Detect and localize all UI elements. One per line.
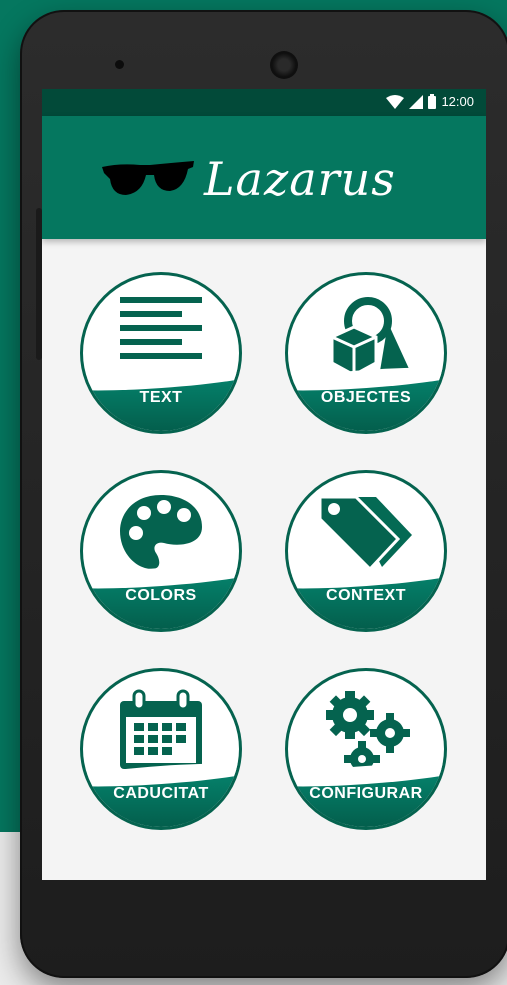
menu-label: OBJECTES [320,389,412,406]
menu-button-context[interactable]: CONTEXT [285,470,447,632]
menu-button-configurar[interactable]: CONFIGURAR [285,668,447,830]
palette-icon [120,495,202,569]
menu-label: CONFIGURAR [309,785,423,802]
wifi-icon [386,94,405,109]
earpiece-speaker [270,51,298,79]
menu-button-caducitat[interactable]: CADUCITAT [80,668,242,830]
battery-icon [428,94,437,109]
app-bar: Lazarus [42,116,486,239]
sunglasses-icon [102,161,194,195]
menu-label: COLORS [125,587,197,604]
menu-button-text[interactable]: TEXT [80,272,242,434]
text-lines-icon [120,297,202,359]
tags-icon [318,495,412,572]
front-camera [115,60,124,69]
app-screen: 12:00 Lazarus TEXT OBJECTES COLORS CONTE… [42,89,486,880]
menu-label: CONTEXT [326,587,406,604]
status-time: 12:00 [441,94,474,109]
menu-button-objectes[interactable]: OBJECTES [285,272,447,434]
status-bar: 12:00 [42,89,486,116]
app-logo: Lazarus [100,144,396,214]
shapes-icon [330,297,410,377]
calendar-icon [120,689,202,769]
menu-label: CADUCITAT [113,785,209,802]
app-title: Lazarus [204,152,396,206]
menu-label: TEXT [139,389,183,406]
menu-button-colors[interactable]: COLORS [80,470,242,632]
signal-icon [409,94,424,109]
